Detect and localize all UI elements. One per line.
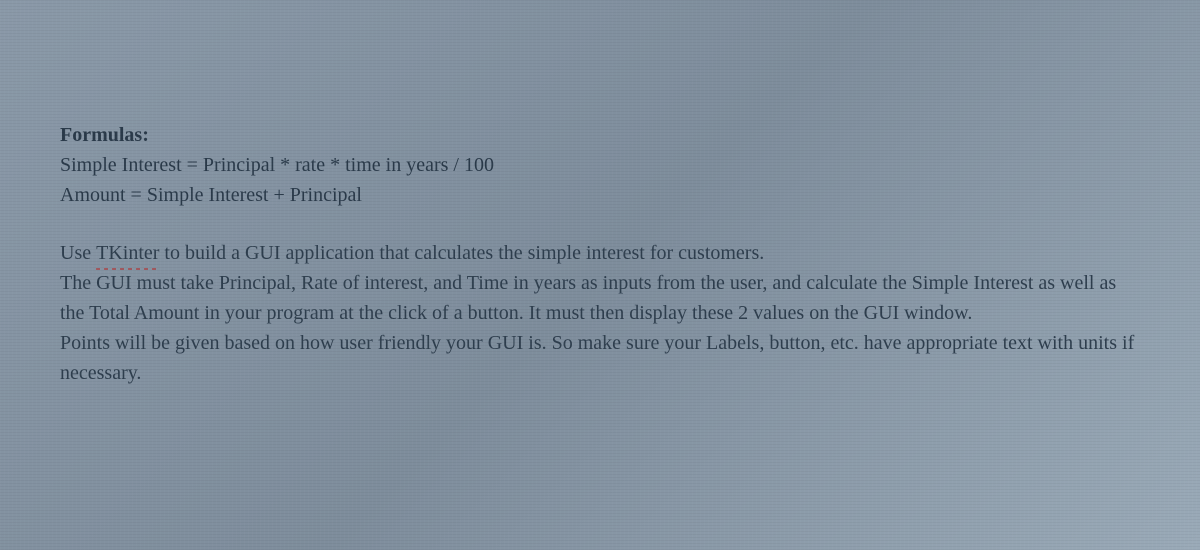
- instructions-block: Use TKinter to build a GUI application t…: [60, 238, 1140, 388]
- formulas-block: Formulas: Simple Interest = Principal * …: [60, 120, 1140, 210]
- text-fragment: Use: [60, 242, 96, 264]
- tkinter-keyword: TKinter: [96, 238, 159, 268]
- instruction-line-2: The GUI must take Principal, Rate of int…: [60, 268, 1140, 328]
- document-content: Formulas: Simple Interest = Principal * …: [60, 120, 1140, 388]
- instruction-line-1: Use TKinter to build a GUI application t…: [60, 238, 1140, 268]
- formulas-heading: Formulas:: [60, 120, 1140, 150]
- formula-amount: Amount = Simple Interest + Principal: [60, 180, 1140, 210]
- text-fragment: to build a GUI application that calculat…: [159, 242, 764, 264]
- instruction-line-3: Points will be given based on how user f…: [60, 328, 1140, 388]
- formula-simple-interest: Simple Interest = Principal * rate * tim…: [60, 150, 1140, 180]
